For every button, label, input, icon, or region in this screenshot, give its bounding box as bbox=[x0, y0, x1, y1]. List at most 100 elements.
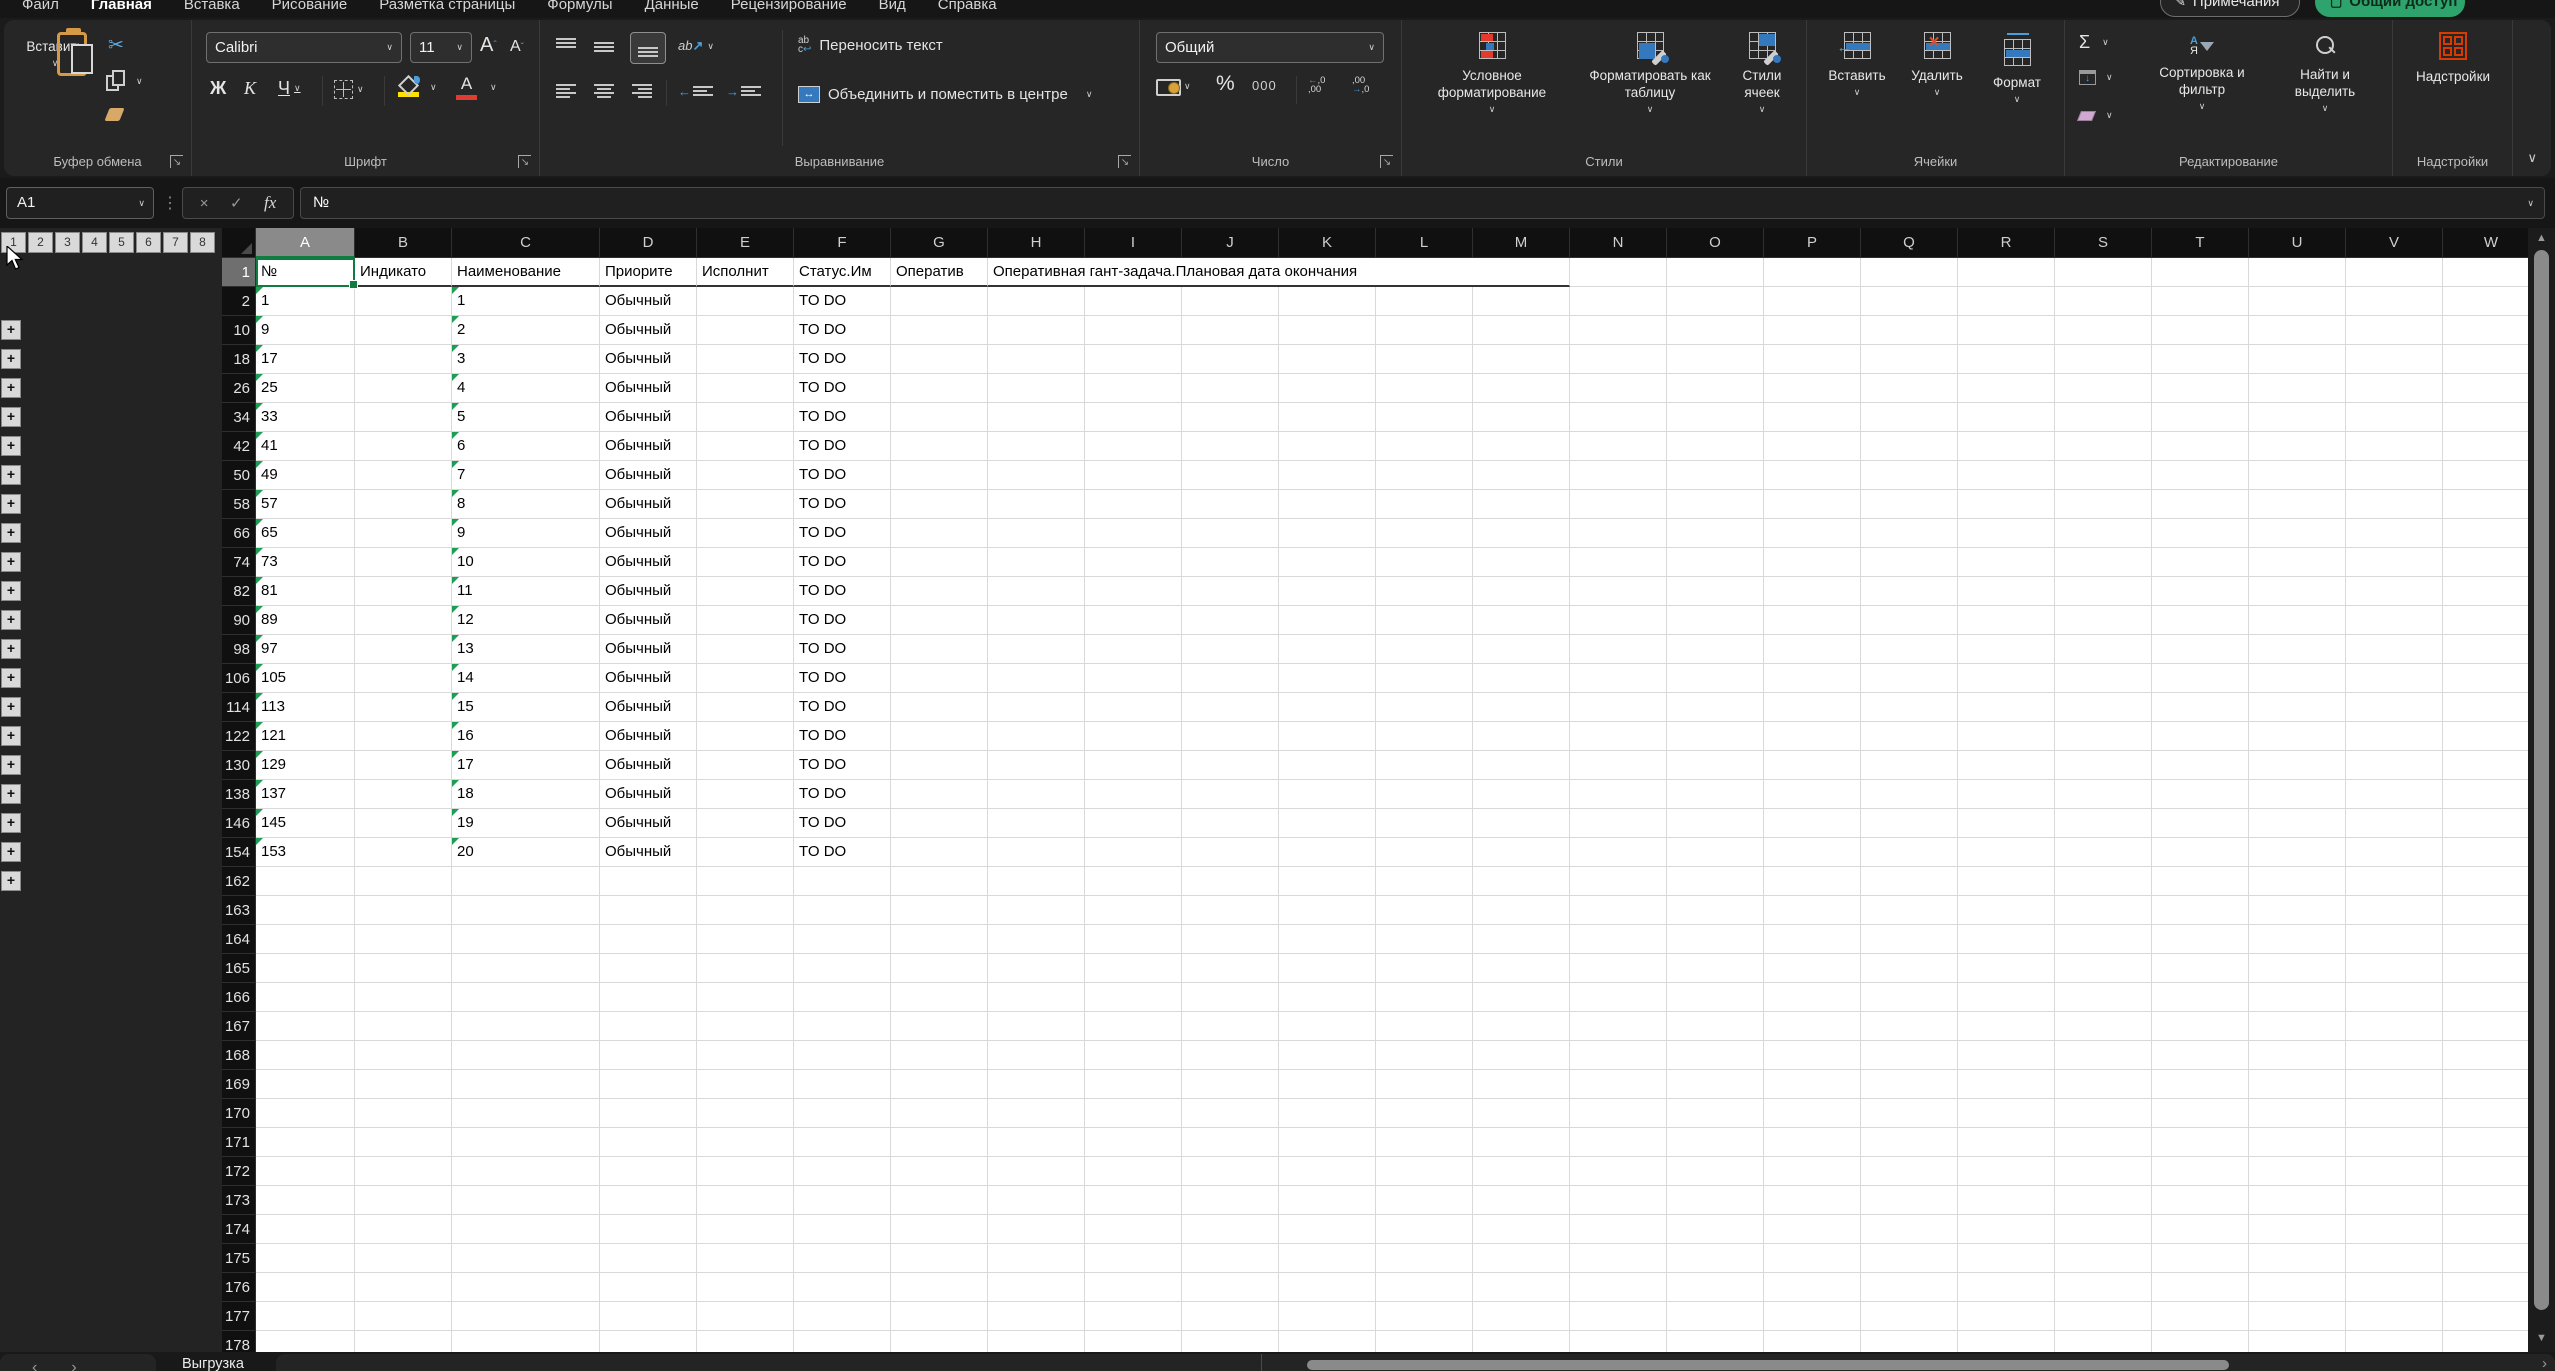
cell-D82[interactable]: Обычный bbox=[600, 577, 697, 606]
bold-button[interactable]: Ж bbox=[210, 78, 226, 99]
decrease-indent-button[interactable]: ← bbox=[678, 82, 713, 100]
cell-I74[interactable] bbox=[1085, 548, 1182, 577]
share-button[interactable]: ▢ Общий доступ bbox=[2315, 0, 2465, 17]
cell-W50[interactable] bbox=[2443, 461, 2540, 490]
cell-J122[interactable] bbox=[1182, 722, 1279, 751]
cell-P169[interactable] bbox=[1764, 1070, 1861, 1099]
cell-I82[interactable] bbox=[1085, 577, 1182, 606]
cell-L173[interactable] bbox=[1376, 1186, 1473, 1215]
cell-R34[interactable] bbox=[1958, 403, 2055, 432]
column-header-R[interactable]: R bbox=[1958, 228, 2055, 258]
cell-C138[interactable]: 18 bbox=[452, 780, 600, 809]
cell-U154[interactable] bbox=[2249, 838, 2346, 867]
cell-Q154[interactable] bbox=[1861, 838, 1958, 867]
cell-G172[interactable] bbox=[891, 1157, 988, 1186]
cell-N171[interactable] bbox=[1570, 1128, 1667, 1157]
cell-H175[interactable] bbox=[988, 1244, 1085, 1273]
cell-B165[interactable] bbox=[355, 954, 452, 983]
cell-P176[interactable] bbox=[1764, 1273, 1861, 1302]
name-box[interactable]: A1 ∨ bbox=[6, 187, 154, 219]
cell-C172[interactable] bbox=[452, 1157, 600, 1186]
cell-E177[interactable] bbox=[697, 1302, 794, 1331]
cell-C1[interactable]: Наименование bbox=[452, 258, 600, 287]
cell-M34[interactable] bbox=[1473, 403, 1570, 432]
cell-O42[interactable] bbox=[1667, 432, 1764, 461]
cell-Q114[interactable] bbox=[1861, 693, 1958, 722]
cell-S106[interactable] bbox=[2055, 664, 2152, 693]
cell-V167[interactable] bbox=[2346, 1012, 2443, 1041]
cell-F1[interactable]: Статус.Им bbox=[794, 258, 891, 287]
cell-N166[interactable] bbox=[1570, 983, 1667, 1012]
cell-K171[interactable] bbox=[1279, 1128, 1376, 1157]
cell-D146[interactable]: Обычный bbox=[600, 809, 697, 838]
cell-A146[interactable]: 145 bbox=[256, 809, 355, 838]
cell-W168[interactable] bbox=[2443, 1041, 2540, 1070]
cell-A34[interactable]: 33 bbox=[256, 403, 355, 432]
cell-O50[interactable] bbox=[1667, 461, 1764, 490]
expand-group-button[interactable]: + bbox=[1, 465, 21, 485]
row-header-162[interactable]: 162 bbox=[222, 867, 256, 896]
cell-D168[interactable] bbox=[600, 1041, 697, 1070]
cell-M165[interactable] bbox=[1473, 954, 1570, 983]
tab-Данные[interactable]: Данные bbox=[629, 0, 715, 17]
cell-C34[interactable]: 5 bbox=[452, 403, 600, 432]
cell-S114[interactable] bbox=[2055, 693, 2152, 722]
cell-I2[interactable] bbox=[1085, 287, 1182, 316]
cell-B154[interactable] bbox=[355, 838, 452, 867]
cell-Q167[interactable] bbox=[1861, 1012, 1958, 1041]
cell-S34[interactable] bbox=[2055, 403, 2152, 432]
cell-B176[interactable] bbox=[355, 1273, 452, 1302]
cell-R26[interactable] bbox=[1958, 374, 2055, 403]
cell-H165[interactable] bbox=[988, 954, 1085, 983]
cell-A154[interactable]: 153 bbox=[256, 838, 355, 867]
column-header-W[interactable]: W bbox=[2443, 228, 2540, 258]
cell-F168[interactable] bbox=[794, 1041, 891, 1070]
next-sheet-icon[interactable]: › bbox=[71, 1359, 76, 1371]
cell-V66[interactable] bbox=[2346, 519, 2443, 548]
cell-J114[interactable] bbox=[1182, 693, 1279, 722]
expand-formula-bar-icon[interactable]: ∨ bbox=[2527, 188, 2534, 218]
cell-M173[interactable] bbox=[1473, 1186, 1570, 1215]
cell-S154[interactable] bbox=[2055, 838, 2152, 867]
cell-W74[interactable] bbox=[2443, 548, 2540, 577]
cell-N175[interactable] bbox=[1570, 1244, 1667, 1273]
cell-B58[interactable] bbox=[355, 490, 452, 519]
cell-P106[interactable] bbox=[1764, 664, 1861, 693]
cell-S130[interactable] bbox=[2055, 751, 2152, 780]
cell-M170[interactable] bbox=[1473, 1099, 1570, 1128]
cell-M50[interactable] bbox=[1473, 461, 1570, 490]
cell-M2[interactable] bbox=[1473, 287, 1570, 316]
cell-B172[interactable] bbox=[355, 1157, 452, 1186]
cell-C130[interactable]: 17 bbox=[452, 751, 600, 780]
cell-E2[interactable] bbox=[697, 287, 794, 316]
cell-S1[interactable] bbox=[2055, 258, 2152, 287]
cell-Q169[interactable] bbox=[1861, 1070, 1958, 1099]
cell-A130[interactable]: 129 bbox=[256, 751, 355, 780]
cell-O166[interactable] bbox=[1667, 983, 1764, 1012]
cell-T130[interactable] bbox=[2152, 751, 2249, 780]
cell-E169[interactable] bbox=[697, 1070, 794, 1099]
cell-K66[interactable] bbox=[1279, 519, 1376, 548]
cell-G74[interactable] bbox=[891, 548, 988, 577]
tab-Рисование[interactable]: Рисование bbox=[256, 0, 364, 17]
cell-P26[interactable] bbox=[1764, 374, 1861, 403]
cell-P167[interactable] bbox=[1764, 1012, 1861, 1041]
cell-C170[interactable] bbox=[452, 1099, 600, 1128]
cell-H90[interactable] bbox=[988, 606, 1085, 635]
format-cells-button[interactable]: Формат ∨ bbox=[1981, 32, 2053, 108]
cell-H170[interactable] bbox=[988, 1099, 1085, 1128]
expand-group-button[interactable]: + bbox=[1, 581, 21, 601]
cell-T154[interactable] bbox=[2152, 838, 2249, 867]
cell-G34[interactable] bbox=[891, 403, 988, 432]
cell-K146[interactable] bbox=[1279, 809, 1376, 838]
cell-E173[interactable] bbox=[697, 1186, 794, 1215]
cell-V146[interactable] bbox=[2346, 809, 2443, 838]
cell-K175[interactable] bbox=[1279, 1244, 1376, 1273]
cell-F169[interactable] bbox=[794, 1070, 891, 1099]
cell-J154[interactable] bbox=[1182, 838, 1279, 867]
cell-Q168[interactable] bbox=[1861, 1041, 1958, 1070]
cell-N34[interactable] bbox=[1570, 403, 1667, 432]
cell-K173[interactable] bbox=[1279, 1186, 1376, 1215]
cell-V173[interactable] bbox=[2346, 1186, 2443, 1215]
cell-V169[interactable] bbox=[2346, 1070, 2443, 1099]
